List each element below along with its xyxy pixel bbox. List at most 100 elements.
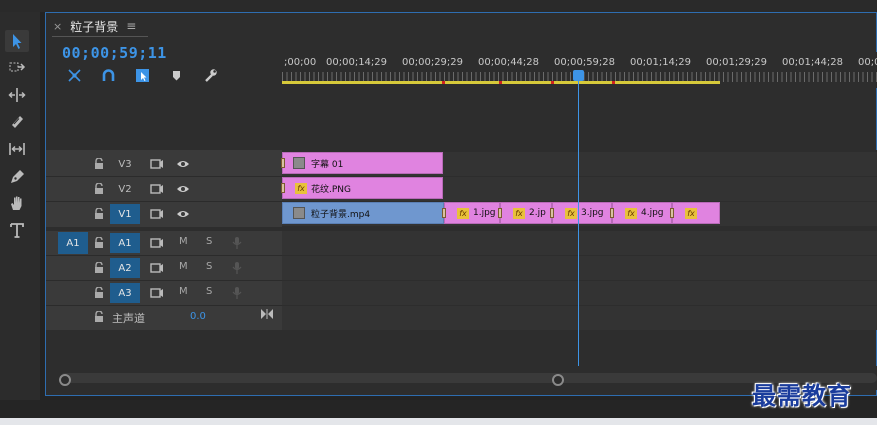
track-select-tool-icon[interactable]	[5, 56, 29, 78]
eye-icon[interactable]	[176, 183, 190, 195]
clip-background-video[interactable]: 粒子背景.mp4	[282, 202, 444, 224]
lane-a3[interactable]	[282, 281, 877, 305]
clip-label: 花纹.PNG	[311, 184, 351, 195]
clip-label: 2.jp	[529, 208, 546, 218]
clip-image[interactable]: fx	[672, 202, 720, 224]
sequence-tab[interactable]: × 粒子背景 ≡	[53, 16, 136, 36]
lock-icon[interactable]	[94, 158, 104, 169]
nest-toggle-icon[interactable]	[65, 66, 83, 84]
edit-point-handle[interactable]	[610, 208, 614, 218]
track-header-v1: V1	[46, 202, 282, 226]
clip-label: 1.jpg	[473, 208, 496, 218]
ruler-label: 00;0	[858, 57, 877, 68]
hand-tool-icon[interactable]	[5, 192, 29, 214]
lock-icon[interactable]	[94, 287, 104, 298]
solo-button[interactable]: S	[206, 286, 212, 297]
sync-lock-icon[interactable]	[150, 262, 164, 274]
track-target-v1[interactable]: V1	[110, 204, 140, 224]
render-marker	[551, 81, 554, 84]
scrollbar-left-handle[interactable]	[59, 374, 71, 386]
track-header-v2: V2	[46, 177, 282, 201]
track-target-a1[interactable]: A1	[110, 233, 140, 253]
lock-icon[interactable]	[94, 237, 104, 248]
lock-icon[interactable]	[94, 262, 104, 273]
track-header-a3: A3 M S	[46, 281, 282, 305]
clip-image[interactable]: fx 2.jp	[500, 202, 552, 224]
eye-icon[interactable]	[176, 158, 190, 170]
razor-tool-icon[interactable]	[5, 111, 29, 133]
microphone-icon[interactable]	[230, 262, 244, 274]
render-marker	[442, 81, 445, 84]
type-tool-icon[interactable]	[5, 219, 29, 241]
pen-tool-icon[interactable]	[5, 166, 29, 188]
lane-a2[interactable]	[282, 256, 877, 280]
render-marker	[612, 81, 615, 84]
lock-icon[interactable]	[94, 183, 104, 194]
track-area[interactable]: 字幕 01 fx 花纹.PNG 粒子背景.mp4 fx 1.jpg fx 2.j…	[281, 150, 877, 330]
slip-tool-icon[interactable]	[5, 138, 29, 160]
fx-badge-icon: fx	[685, 207, 697, 219]
bottom-edge	[0, 418, 877, 425]
eye-icon[interactable]	[176, 208, 190, 220]
panel-menu-icon[interactable]: ≡	[126, 19, 136, 33]
ruler-label: 00;00;14;29	[326, 57, 388, 68]
scrollbar-right-handle[interactable]	[552, 374, 564, 386]
edit-point-handle[interactable]	[442, 208, 446, 218]
track-headers: V3 V2 V1 A1 A1 M S A2 M S A3 M S 主声道 0.0	[46, 150, 282, 330]
sync-lock-icon[interactable]	[150, 237, 164, 249]
clip-image[interactable]: fx 4.jpg	[612, 202, 672, 224]
edit-point-handle[interactable]	[498, 208, 502, 218]
selection-tool-icon[interactable]	[5, 30, 29, 52]
microphone-icon[interactable]	[230, 237, 244, 249]
mute-button[interactable]: M	[179, 261, 188, 272]
close-tab-icon[interactable]: ×	[53, 20, 62, 33]
sync-lock-icon[interactable]	[150, 208, 164, 220]
lane-a1[interactable]	[282, 231, 877, 255]
track-target-v3[interactable]: V3	[110, 154, 140, 174]
lock-icon[interactable]	[94, 311, 104, 322]
graphic-icon	[293, 157, 305, 169]
playhead-handle[interactable]	[573, 70, 584, 81]
sync-lock-icon[interactable]	[150, 183, 164, 195]
sync-lock-icon[interactable]	[150, 287, 164, 299]
sequence-title: 粒子背景	[70, 19, 119, 34]
playhead-line[interactable]	[578, 80, 579, 372]
track-header-a1: A1 M S	[46, 231, 282, 255]
linked-selection-icon[interactable]	[133, 66, 151, 84]
master-volume-value[interactable]: 0.0	[190, 311, 206, 322]
fx-badge-icon: fx	[625, 207, 637, 219]
clip-image[interactable]: fx 1.jpg	[444, 202, 500, 224]
ripple-edit-tool-icon[interactable]	[5, 84, 29, 106]
ruler-label: ;00;00	[284, 57, 317, 68]
track-divider	[46, 305, 282, 306]
fx-badge-icon: fx	[513, 207, 525, 219]
ruler-label: 00;00;44;28	[478, 57, 540, 68]
timeline-settings-wrench-icon[interactable]	[201, 66, 219, 84]
add-marker-icon[interactable]	[167, 66, 185, 84]
ruler-label: 00;01;29;29	[706, 57, 768, 68]
microphone-icon[interactable]	[230, 287, 244, 299]
solo-button[interactable]: S	[206, 236, 212, 247]
clip-image[interactable]: fx 3.jpg	[552, 202, 612, 224]
clip-label: 粒子背景.mp4	[311, 209, 371, 220]
edit-point-handle[interactable]	[670, 208, 674, 218]
playhead-timecode[interactable]: 00;00;59;11	[62, 44, 167, 62]
edit-point-handle[interactable]	[281, 183, 285, 193]
edit-point-handle[interactable]	[550, 208, 554, 218]
lock-icon[interactable]	[94, 208, 104, 219]
track-target-a2[interactable]: A2	[110, 258, 140, 278]
go-to-end-icon[interactable]	[260, 308, 274, 320]
ruler-label: 00;01;44;28	[782, 57, 844, 68]
edit-point-handle[interactable]	[281, 158, 285, 168]
clip-title[interactable]: 字幕 01	[282, 152, 443, 174]
lane-master[interactable]	[282, 306, 877, 330]
mute-button[interactable]: M	[179, 236, 188, 247]
track-target-a3[interactable]: A3	[110, 283, 140, 303]
clip-pattern[interactable]: fx 花纹.PNG	[282, 177, 443, 199]
tools-panel	[0, 12, 40, 400]
solo-button[interactable]: S	[206, 261, 212, 272]
sync-lock-icon[interactable]	[150, 158, 164, 170]
track-target-v2[interactable]: V2	[110, 179, 140, 199]
snap-icon[interactable]	[99, 66, 117, 84]
mute-button[interactable]: M	[179, 286, 188, 297]
